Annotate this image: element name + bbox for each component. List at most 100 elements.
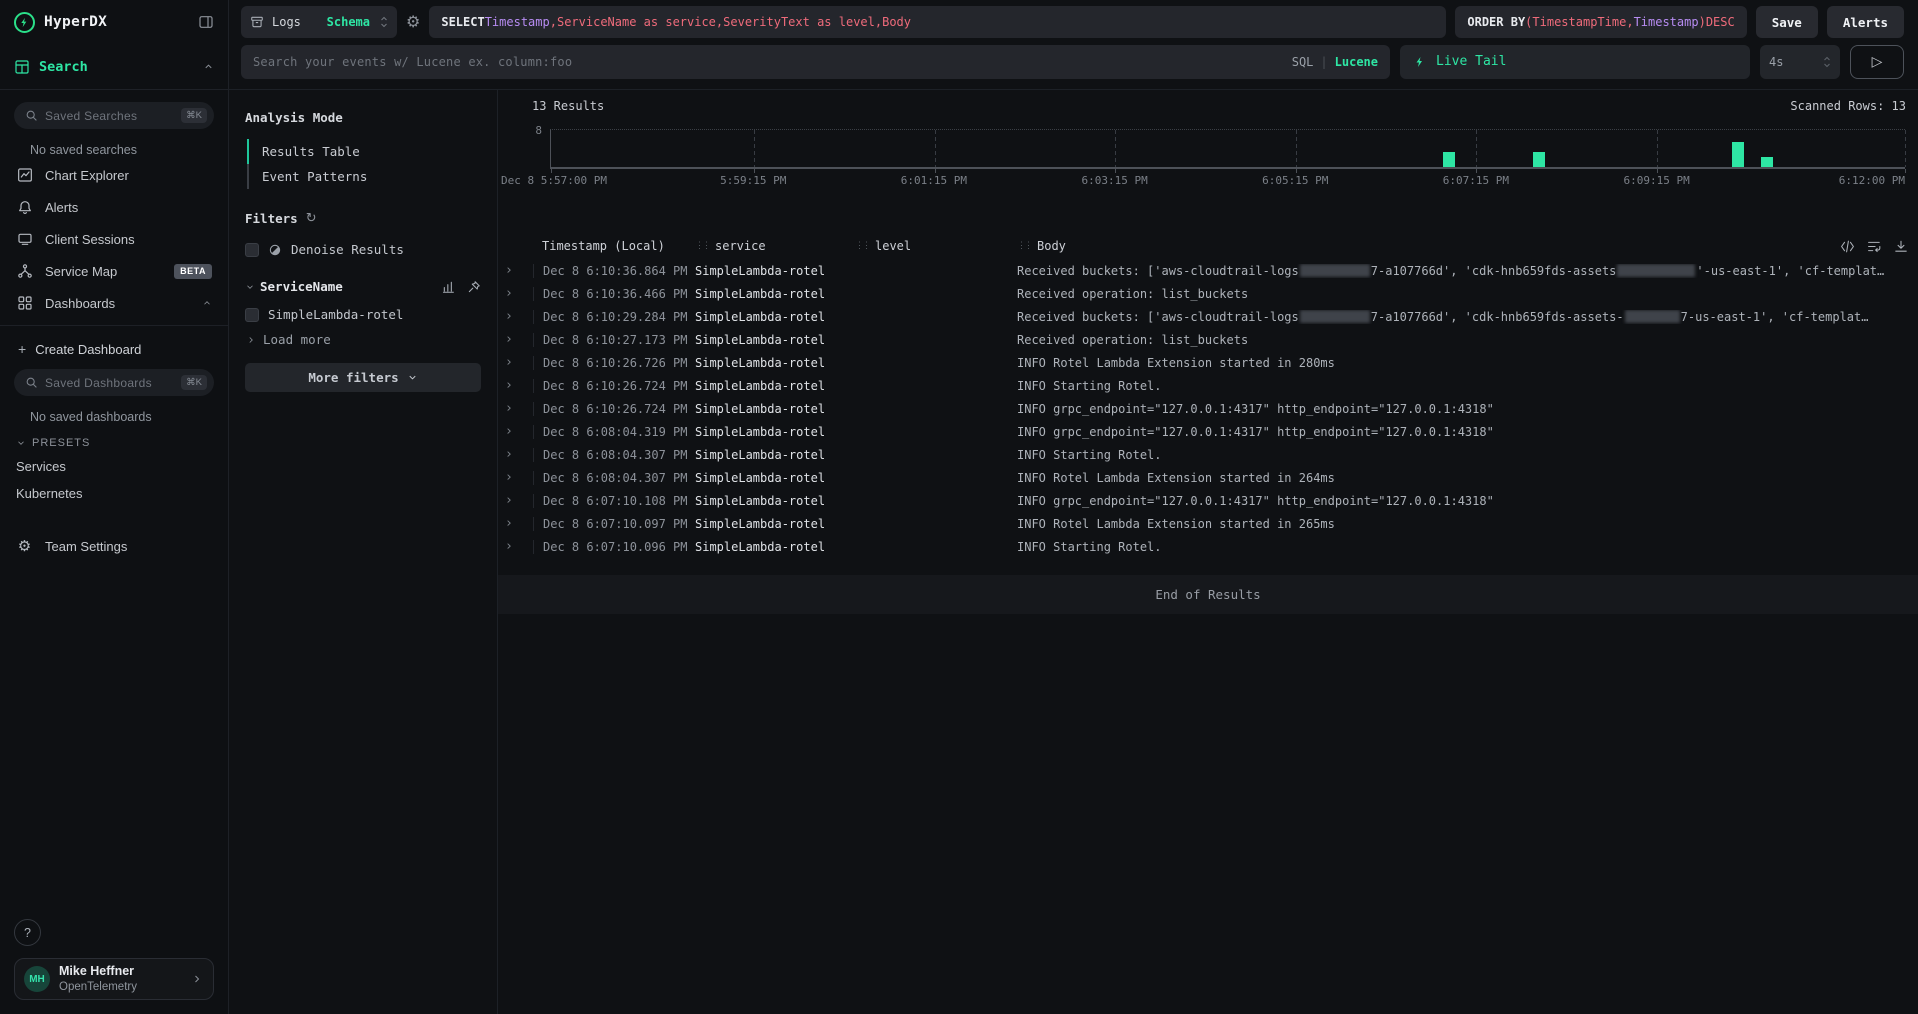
- sidebar-item-service-map[interactable]: Service Map BETA: [14, 255, 214, 287]
- column-header-body[interactable]: ⋮⋮ Body: [1017, 239, 1918, 253]
- table-row[interactable]: ›Dec 8 6:10:29.284 PMSimpleLambda-rotelR…: [498, 305, 1918, 328]
- cell-service: SimpleLambda-rotel: [695, 356, 855, 370]
- table-row[interactable]: ›Dec 8 6:07:10.108 PMSimpleLambda-rotelI…: [498, 489, 1918, 512]
- play-button[interactable]: ▷: [1850, 45, 1904, 79]
- facet-value-row[interactable]: SimpleLambda-rotel: [245, 307, 481, 322]
- sidebar-item-chart-explorer[interactable]: Chart Explorer: [14, 159, 214, 191]
- chevron-down-icon: [16, 438, 26, 448]
- query-segment: ORDER BY: [1467, 15, 1525, 29]
- query-segment: ,: [550, 15, 557, 29]
- table-row[interactable]: ›Dec 8 6:08:04.307 PMSimpleLambda-rotelI…: [498, 443, 1918, 466]
- histogram-bar[interactable]: [1732, 142, 1744, 167]
- table-row[interactable]: ›Dec 8 6:08:04.319 PMSimpleLambda-rotelI…: [498, 420, 1918, 443]
- drag-handle-icon[interactable]: ⋮⋮: [855, 241, 869, 251]
- row-expand-chevron-icon[interactable]: ›: [505, 309, 533, 324]
- facet-value-checkbox[interactable]: [245, 308, 259, 322]
- table-row[interactable]: ›Dec 8 6:07:10.096 PMSimpleLambda-rotelI…: [498, 535, 1918, 558]
- sidebar-item-dashboards[interactable]: Dashboards: [14, 287, 214, 319]
- row-expand-chevron-icon[interactable]: ›: [505, 516, 533, 531]
- chevron-up-icon[interactable]: [202, 298, 212, 308]
- sidebar-item-team-settings[interactable]: ⚙ Team Settings: [14, 531, 214, 562]
- row-expand-chevron-icon[interactable]: ›: [505, 355, 533, 370]
- histogram-bar[interactable]: [1761, 157, 1773, 167]
- orderby-clause-input[interactable]: ORDER BY (TimestampTime, Timestamp) DESC: [1455, 6, 1746, 38]
- row-expand-chevron-icon[interactable]: ›: [505, 424, 533, 439]
- column-header-service[interactable]: ⋮⋮ service: [695, 239, 855, 253]
- table-row[interactable]: ›Dec 8 6:10:26.724 PMSimpleLambda-rotelI…: [498, 397, 1918, 420]
- user-card[interactable]: MH Mike Heffner OpenTelemetry: [14, 958, 214, 1000]
- sql-toggle[interactable]: SQL: [1292, 55, 1314, 69]
- drag-handle-icon[interactable]: ⋮⋮: [695, 241, 709, 251]
- row-expand-chevron-icon[interactable]: ›: [505, 401, 533, 416]
- load-more-button[interactable]: Load more: [246, 332, 481, 347]
- saved-searches-input[interactable]: Saved Searches ⌘K: [14, 102, 214, 129]
- interval-value: 4s: [1769, 55, 1823, 69]
- denoise-checkbox[interactable]: [245, 243, 259, 257]
- source-settings-gear-icon[interactable]: ⚙: [406, 14, 420, 30]
- refresh-interval-select[interactable]: 4s: [1760, 45, 1840, 79]
- create-dashboard-button[interactable]: + Create Dashboard: [14, 334, 214, 369]
- row-expand-chevron-icon[interactable]: ›: [505, 447, 533, 462]
- sidebar-item-label: Dashboards: [45, 296, 190, 311]
- row-expand-chevron-icon[interactable]: ›: [505, 378, 533, 393]
- row-expand-chevron-icon[interactable]: ›: [505, 263, 533, 278]
- cell-service: SimpleLambda-rotel: [695, 310, 855, 324]
- cell-timestamp: Dec 8 6:08:04.307 PM: [533, 448, 695, 462]
- table-row[interactable]: ›Dec 8 6:10:36.466 PMSimpleLambda-rotelR…: [498, 282, 1918, 305]
- table-row[interactable]: ›Dec 8 6:10:26.726 PMSimpleLambda-rotelI…: [498, 351, 1918, 374]
- body-text: Received operation: list_buckets: [1017, 287, 1248, 301]
- denoise-results-row[interactable]: Denoise Results: [245, 242, 481, 257]
- lucene-toggle[interactable]: Lucene: [1335, 55, 1378, 69]
- mode-results-table[interactable]: Results Table: [247, 139, 481, 164]
- table-row[interactable]: ›Dec 8 6:08:04.307 PMSimpleLambda-rotelI…: [498, 466, 1918, 489]
- table-row[interactable]: ›Dec 8 6:07:10.097 PMSimpleLambda-rotelI…: [498, 512, 1918, 535]
- histogram-bar[interactable]: [1443, 152, 1455, 167]
- saved-dashboards-input[interactable]: Saved Dashboards ⌘K: [14, 369, 214, 396]
- save-button[interactable]: Save: [1756, 6, 1818, 38]
- facet-servicename-header[interactable]: ServiceName: [245, 279, 481, 294]
- cell-timestamp: Dec 8 6:10:36.466 PM: [533, 287, 695, 301]
- sidebar-collapse-icon[interactable]: [198, 14, 214, 30]
- row-expand-chevron-icon[interactable]: ›: [505, 332, 533, 347]
- event-search-input[interactable]: Search your events w/ Lucene ex. column:…: [241, 45, 1390, 79]
- table-row[interactable]: ›Dec 8 6:10:36.864 PMSimpleLambda-rotelR…: [498, 259, 1918, 282]
- saved-searches-placeholder: Saved Searches: [45, 109, 174, 123]
- sidebar-section-search[interactable]: Search: [0, 44, 228, 90]
- drag-handle-icon[interactable]: ⋮⋮: [1017, 241, 1031, 251]
- row-expand-chevron-icon[interactable]: ›: [505, 539, 533, 554]
- column-header-level[interactable]: ⋮⋮ level: [855, 239, 1017, 253]
- table-row[interactable]: ›Dec 8 6:10:27.173 PMSimpleLambda-rotelR…: [498, 328, 1918, 351]
- source-select[interactable]: Logs Schema: [241, 6, 397, 38]
- alerts-button[interactable]: Alerts: [1827, 6, 1904, 38]
- histogram-bar[interactable]: [1533, 152, 1545, 167]
- more-filters-button[interactable]: More filters: [245, 363, 481, 392]
- sidebar-item-kubernetes[interactable]: Kubernetes: [14, 480, 214, 507]
- row-expand-chevron-icon[interactable]: ›: [505, 286, 533, 301]
- column-header-timestamp[interactable]: Timestamp (Local): [533, 239, 695, 253]
- chevron-up-icon[interactable]: [203, 61, 214, 72]
- chart-plot[interactable]: [550, 129, 1905, 169]
- body-text: INFO grpc_endpoint="127.0.0.1:4317" http…: [1017, 425, 1494, 439]
- presets-toggle[interactable]: PRESETS: [16, 437, 214, 449]
- x-axis-labels: Dec 8 5:57:00 PM5:59:15 PM6:01:15 PM6:03…: [550, 169, 1905, 187]
- sidebar-item-alerts[interactable]: Alerts: [14, 191, 214, 223]
- download-icon[interactable]: [1894, 240, 1908, 253]
- sidebar-item-client-sessions[interactable]: Client Sessions: [14, 223, 214, 255]
- row-expand-chevron-icon[interactable]: ›: [505, 493, 533, 508]
- help-button[interactable]: ?: [14, 919, 41, 946]
- row-expand-chevron-icon[interactable]: ›: [505, 470, 533, 485]
- table-row[interactable]: ›Dec 8 6:10:26.724 PMSimpleLambda-rotelI…: [498, 374, 1918, 397]
- results-table: Timestamp (Local) ⋮⋮ service ⋮⋮ level ⋮⋮: [498, 233, 1918, 558]
- wrap-lines-icon[interactable]: [1867, 240, 1882, 253]
- refresh-icon[interactable]: ↻: [306, 211, 317, 226]
- mode-event-patterns[interactable]: Event Patterns: [247, 164, 481, 189]
- team-settings-label: Team Settings: [45, 539, 212, 554]
- bar-chart-icon[interactable]: [442, 280, 456, 294]
- x-axis-tick-label: 5:59:15 PM: [720, 174, 786, 187]
- code-view-icon[interactable]: [1840, 240, 1855, 253]
- select-clause-input[interactable]: SELECT Timestamp, ServiceName as service…: [429, 6, 1446, 38]
- kbd-shortcut-badge: ⌘K: [181, 375, 207, 390]
- pin-icon[interactable]: [467, 280, 481, 294]
- live-tail-button[interactable]: Live Tail: [1400, 45, 1750, 79]
- sidebar-item-services[interactable]: Services: [14, 453, 214, 480]
